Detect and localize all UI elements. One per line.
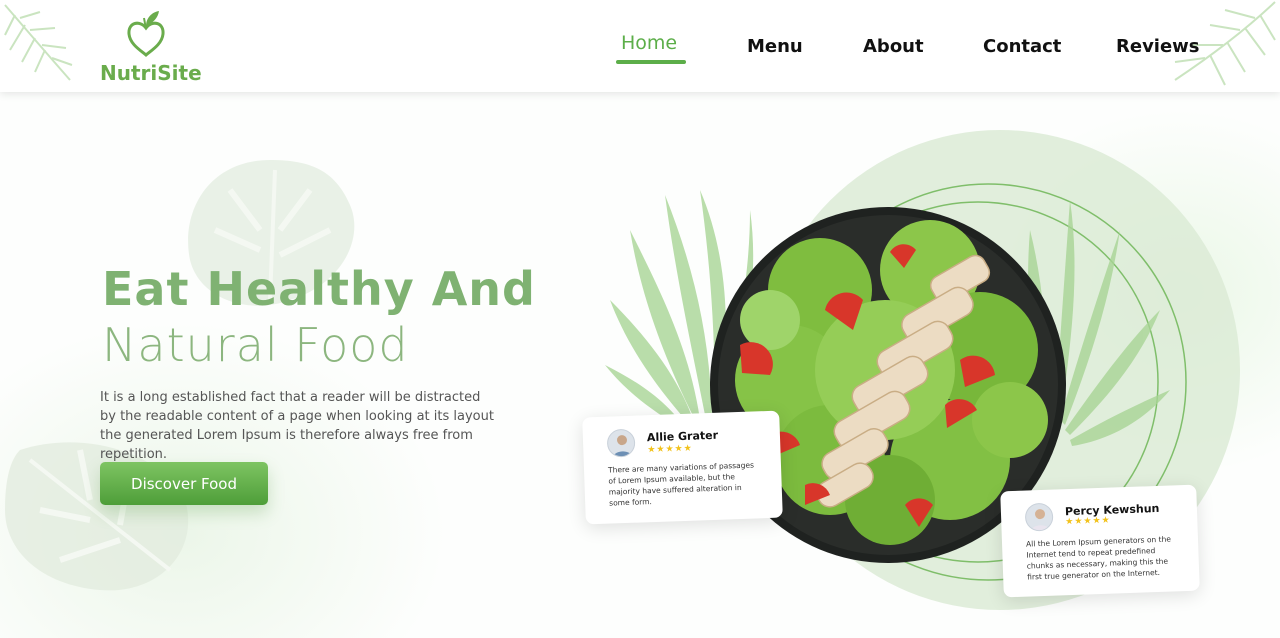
nav-about[interactable]: About bbox=[863, 36, 924, 57]
review-text: All the Lorem Ipsum generators on the In… bbox=[1025, 534, 1172, 582]
brand-logo[interactable]: NutriSite bbox=[100, 8, 202, 86]
site-header: NutriSite Home Menu About Contact Review… bbox=[0, 0, 1280, 92]
nav-menu[interactable]: Menu bbox=[747, 36, 803, 57]
rating-stars: ★★★★★ bbox=[647, 443, 693, 456]
nav-contact[interactable]: Contact bbox=[983, 36, 1061, 57]
discover-food-button[interactable]: Discover Food bbox=[100, 462, 268, 505]
nav-home[interactable]: Home bbox=[621, 32, 677, 54]
palm-leaf-icon bbox=[4, 4, 73, 81]
hero-title-line2: Natural Food bbox=[102, 318, 409, 372]
apple-heart-icon bbox=[127, 11, 165, 57]
nav-active-indicator bbox=[616, 60, 686, 64]
review-card: Percy Kewshun ★★★★★ All the Lorem Ipsum … bbox=[1000, 484, 1200, 598]
user-avatar-icon bbox=[1030, 509, 1051, 532]
user-avatar-icon bbox=[612, 435, 633, 458]
review-text: There are many variations of passages of… bbox=[607, 460, 755, 508]
hero-title-line1: Eat Healthy And bbox=[102, 262, 536, 316]
reviewer-name: Allie Grater bbox=[646, 428, 719, 445]
hero-description: It is a long established fact that a rea… bbox=[100, 390, 494, 462]
review-card: Allie Grater ★★★★★ There are many variat… bbox=[582, 410, 783, 525]
nav-reviews[interactable]: Reviews bbox=[1116, 36, 1200, 57]
avatar bbox=[606, 428, 636, 458]
brand-name: NutriSite bbox=[100, 61, 202, 85]
rating-stars: ★★★★★ bbox=[1065, 515, 1111, 528]
avatar bbox=[1024, 502, 1054, 532]
